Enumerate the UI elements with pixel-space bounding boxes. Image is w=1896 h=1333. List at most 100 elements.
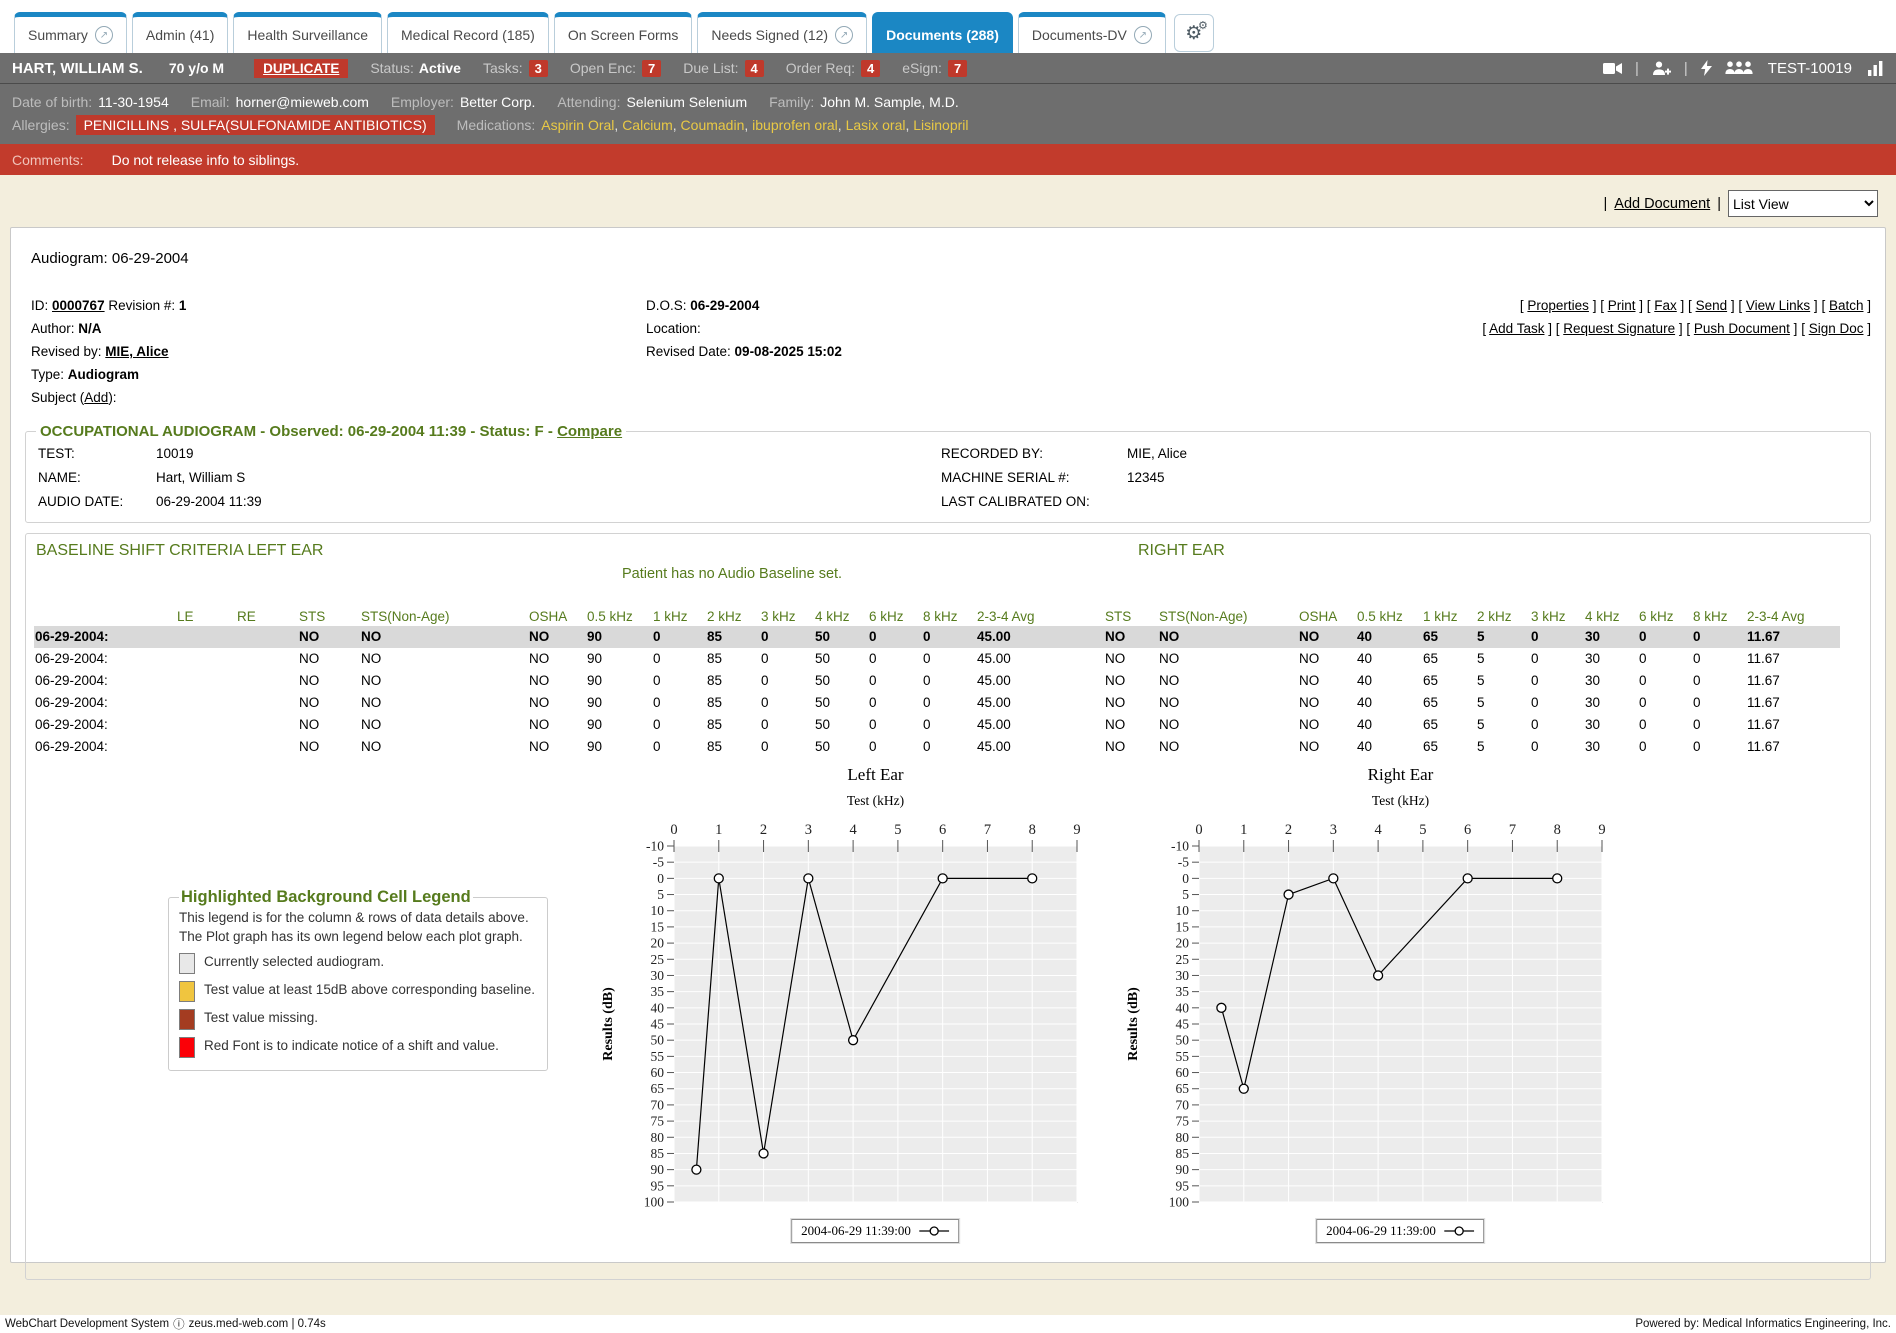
meta-text: Author: bbox=[31, 321, 78, 336]
table-cell: 0 bbox=[1638, 714, 1692, 736]
table-cell: NO bbox=[1104, 626, 1158, 648]
table-cell: 0 bbox=[1638, 648, 1692, 670]
patient-name: HART, WILLIAM S. bbox=[12, 60, 143, 77]
due-list-count-badge[interactable]: 4 bbox=[745, 60, 764, 77]
tab-on-screen-forms[interactable]: On Screen Forms bbox=[554, 12, 692, 53]
tab-health-surveillance[interactable]: Health Surveillance bbox=[233, 12, 382, 53]
audiogram-info-left: TEST:10019NAME:Hart, William SAUDIO DATE… bbox=[36, 442, 941, 514]
print-link[interactable]: Print bbox=[1608, 298, 1636, 313]
subject-add-link[interactable]: Add bbox=[84, 390, 108, 405]
send-link[interactable]: Send bbox=[1696, 298, 1728, 313]
sign-doc-link[interactable]: Sign Doc bbox=[1809, 321, 1864, 336]
counter-label: Open Enc: bbox=[570, 60, 636, 76]
meta-text: Type: bbox=[31, 367, 68, 382]
add-task-link[interactable]: Add Task bbox=[1489, 321, 1544, 336]
meta-line: D.O.S: 06-29-2004 bbox=[646, 294, 1226, 317]
group-icon[interactable] bbox=[1725, 61, 1753, 75]
info-icon[interactable]: ⓘ bbox=[173, 1316, 185, 1332]
order-req-count-badge[interactable]: 4 bbox=[861, 60, 880, 77]
audiogram-table-row[interactable]: 06-29-2004:NONONO900850500045.00NONONO40… bbox=[34, 736, 1840, 758]
line-marker-icon bbox=[919, 1225, 949, 1237]
duplicate-badge[interactable]: DUPLICATE bbox=[254, 59, 348, 78]
medication-link[interactable]: Calcium bbox=[622, 117, 673, 133]
tab-summary[interactable]: Summary↗ bbox=[14, 12, 127, 53]
demo-value: John M. Sample, M.D. bbox=[820, 94, 959, 110]
gear-small-glyph: ⚙ bbox=[1198, 19, 1208, 32]
external-link-circle-icon[interactable]: ↗ bbox=[1134, 26, 1152, 44]
compare-link[interactable]: Compare bbox=[557, 423, 622, 440]
meta-text: Revised Date: bbox=[646, 344, 735, 359]
svg-text:75: 75 bbox=[651, 1114, 665, 1129]
medication-link[interactable]: Coumadin bbox=[681, 117, 745, 133]
table-cell: 45.00 bbox=[976, 736, 1068, 758]
bar-chart-icon[interactable] bbox=[1867, 61, 1884, 76]
table-cell: 40 bbox=[1356, 626, 1422, 648]
revised-by-link[interactable]: MIE, Alice bbox=[105, 344, 168, 359]
view-select[interactable]: List View bbox=[1728, 190, 1878, 217]
medication-link[interactable]: Aspirin Oral bbox=[541, 117, 614, 133]
add-document-link[interactable]: Add Document bbox=[1614, 196, 1710, 212]
audiogram-info: TEST:10019NAME:Hart, William SAUDIO DATE… bbox=[36, 442, 1860, 514]
table-cell: 0 bbox=[1530, 692, 1584, 714]
table-cell: NO bbox=[1158, 692, 1298, 714]
medication-link[interactable]: Lisinopril bbox=[913, 117, 968, 133]
tab-medical-record-185[interactable]: Medical Record (185) bbox=[387, 12, 549, 53]
audiogram-table-row-selected[interactable]: 06-29-2004:NONONO900850500045.00NONONO40… bbox=[34, 626, 1840, 648]
document-panel: Audiogram: 06-29-2004 ID: 0000767 Revisi… bbox=[10, 227, 1886, 1263]
gear-icon[interactable]: ⚙⚙ bbox=[1174, 14, 1214, 52]
push-document-link[interactable]: Push Document bbox=[1694, 321, 1790, 336]
patient-details: Date of birth:11-30-1954Email:horner@mie… bbox=[0, 84, 1896, 144]
batch-link[interactable]: Batch bbox=[1829, 298, 1864, 313]
view-links-link[interactable]: View Links bbox=[1746, 298, 1810, 313]
column-header: 2-3-4 Avg bbox=[1746, 607, 1840, 626]
medication-link[interactable]: ibuprofen oral bbox=[752, 117, 838, 133]
column-header: LE bbox=[176, 607, 236, 626]
table-cell bbox=[236, 692, 298, 714]
table-cell bbox=[1068, 626, 1104, 648]
meta-text: Location: bbox=[646, 321, 701, 336]
video-camera-icon[interactable] bbox=[1603, 62, 1622, 75]
allergies-badge[interactable]: PENICILLINS , SULFA(SULFONAMIDE ANTIBIOT… bbox=[76, 115, 435, 135]
demo-value: horner@mieweb.com bbox=[236, 94, 369, 110]
table-cell: 11.67 bbox=[1746, 670, 1840, 692]
audiogram-table-row[interactable]: 06-29-2004:NONONO900850500045.00NONONO40… bbox=[34, 714, 1840, 736]
table-cell bbox=[236, 736, 298, 758]
fax-link[interactable]: Fax bbox=[1654, 298, 1677, 313]
legend-text: Test value missing. bbox=[204, 1009, 318, 1030]
audiogram-table-row[interactable]: 06-29-2004:NONONO900850500045.00NONONO40… bbox=[34, 670, 1840, 692]
tab-admin-41[interactable]: Admin (41) bbox=[132, 12, 228, 53]
request-signature-link[interactable]: Request Signature bbox=[1563, 321, 1675, 336]
tab-needs-signed-12[interactable]: Needs Signed (12)↗ bbox=[697, 12, 867, 53]
table-cell: 0 bbox=[1692, 714, 1746, 736]
table-cell: 65 bbox=[1422, 648, 1476, 670]
audiogram-table-row[interactable]: 06-29-2004:NONONO900850500045.00NONONO40… bbox=[34, 692, 1840, 714]
user-add-icon[interactable] bbox=[1652, 61, 1671, 76]
meta-text: 06-29-2004 bbox=[690, 298, 759, 313]
table-cell: NO bbox=[528, 626, 586, 648]
column-header bbox=[34, 607, 176, 626]
tasks-count-badge[interactable]: 3 bbox=[529, 60, 548, 77]
svg-text:50: 50 bbox=[1176, 1033, 1190, 1048]
table-cell bbox=[176, 692, 236, 714]
properties-link[interactable]: Properties bbox=[1527, 298, 1589, 313]
external-link-circle-icon[interactable]: ↗ bbox=[835, 26, 853, 44]
medication-link[interactable]: Lasix oral bbox=[846, 117, 906, 133]
column-header: OSHA bbox=[1298, 607, 1356, 626]
esign-count-badge[interactable]: 7 bbox=[948, 60, 967, 77]
lightning-icon[interactable] bbox=[1701, 60, 1712, 76]
svg-text:15: 15 bbox=[1176, 919, 1190, 934]
svg-text:95: 95 bbox=[651, 1178, 665, 1193]
svg-text:65: 65 bbox=[651, 1081, 665, 1096]
tab-documents-288[interactable]: Documents (288) bbox=[872, 12, 1013, 53]
audiogram-table-row[interactable]: 06-29-2004:NONONO900850500045.00NONONO40… bbox=[34, 648, 1840, 670]
document-meta-left: ID: 0000767 Revision #: 1Author: N/ARevi… bbox=[31, 294, 646, 409]
tab-documents-dv[interactable]: Documents-DV↗ bbox=[1018, 12, 1166, 53]
table-cell: 11.67 bbox=[1746, 714, 1840, 736]
external-link-circle-icon[interactable]: ↗ bbox=[95, 26, 113, 44]
document-id-link[interactable]: 0000767 bbox=[52, 298, 105, 313]
svg-text:10: 10 bbox=[651, 903, 665, 918]
svg-text:85: 85 bbox=[651, 1146, 665, 1161]
open-enc-count-badge[interactable]: 7 bbox=[642, 60, 661, 77]
table-cell: 0 bbox=[868, 736, 922, 758]
table-cell: 85 bbox=[706, 670, 760, 692]
